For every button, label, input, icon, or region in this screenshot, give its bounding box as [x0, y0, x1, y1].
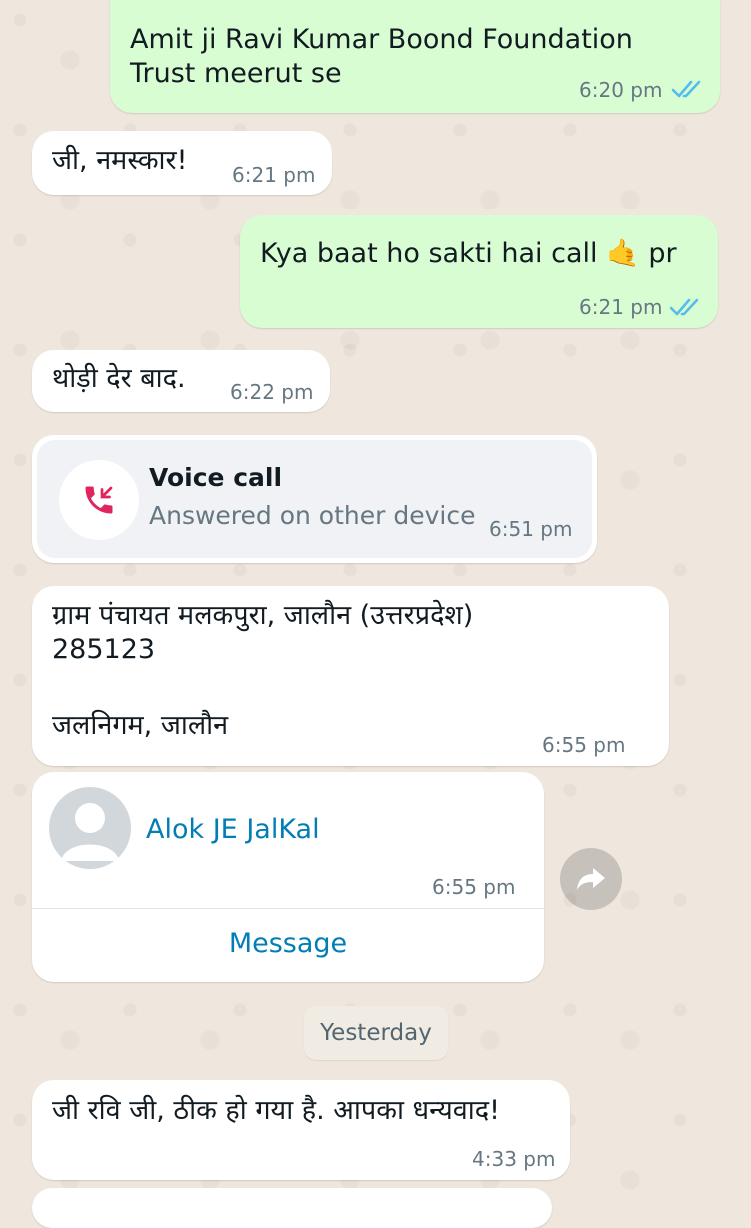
message-time: 6:22 pm: [230, 380, 314, 404]
message-time: 6:55 pm: [542, 733, 626, 757]
message-time: 6:55 pm: [432, 875, 516, 899]
message-time: 6:20 pm: [579, 78, 663, 102]
message-outgoing[interactable]: Amit ji Ravi Kumar Boond Foundation Trus…: [110, 0, 720, 113]
message-incoming-partial[interactable]: [32, 1188, 552, 1228]
double-check-icon: [671, 80, 701, 98]
message-text: ग्राम पंचायत मलकपुरा, जालौन (उत्तरप्रदेश…: [52, 600, 474, 741]
message-text: Amit ji Ravi Kumar Boond Foundation Trus…: [130, 24, 633, 89]
message-incoming[interactable]: जी रवि जी, ठीक हो गया है. आपका धन्यवाद! …: [32, 1080, 570, 1180]
call-subtitle: Answered on other device: [149, 501, 476, 530]
message-text: जी रवि जी, ठीक हो गया है. आपका धन्यवाद!: [52, 1095, 500, 1126]
incoming-call-icon: [59, 460, 139, 540]
message-incoming[interactable]: जी, नमस्कार! 6:21 pm: [32, 131, 332, 195]
message-text: थोड़ी देर बाद.: [52, 363, 186, 394]
message-text: जी, नमस्कार!: [52, 145, 188, 176]
message-contact-button[interactable]: Message: [32, 928, 544, 959]
double-check-icon: [669, 298, 699, 316]
person-icon[interactable]: [49, 787, 131, 869]
contact-card-message[interactable]: Alok JE JalKal 6:55 pm Message: [32, 772, 544, 982]
card-divider: [32, 908, 544, 909]
message-outgoing[interactable]: Kya baat ho sakti hai call 🤙 pr 6:21 pm: [240, 215, 718, 328]
forward-icon[interactable]: [560, 848, 622, 910]
voice-call-message[interactable]: Voice call Answered on other device 6:51…: [32, 435, 597, 563]
call-card[interactable]: Voice call Answered on other device 6:51…: [37, 440, 592, 558]
contact-name[interactable]: Alok JE JalKal: [146, 814, 320, 845]
call-me-hand-emoji: 🤙: [606, 238, 640, 269]
date-separator: Yesterday: [304, 1006, 448, 1060]
message-text: Kya baat ho sakti hai call 🤙 pr: [260, 238, 677, 269]
message-time: 6:21 pm: [232, 163, 316, 187]
message-incoming[interactable]: ग्राम पंचायत मलकपुरा, जालौन (उत्तरप्रदेश…: [32, 586, 669, 766]
call-title: Voice call: [149, 463, 283, 492]
message-time: 4:33 pm: [472, 1147, 556, 1171]
message-time: 6:21 pm: [579, 295, 663, 319]
message-time: 6:51 pm: [489, 517, 573, 541]
message-incoming[interactable]: थोड़ी देर बाद. 6:22 pm: [32, 350, 330, 412]
